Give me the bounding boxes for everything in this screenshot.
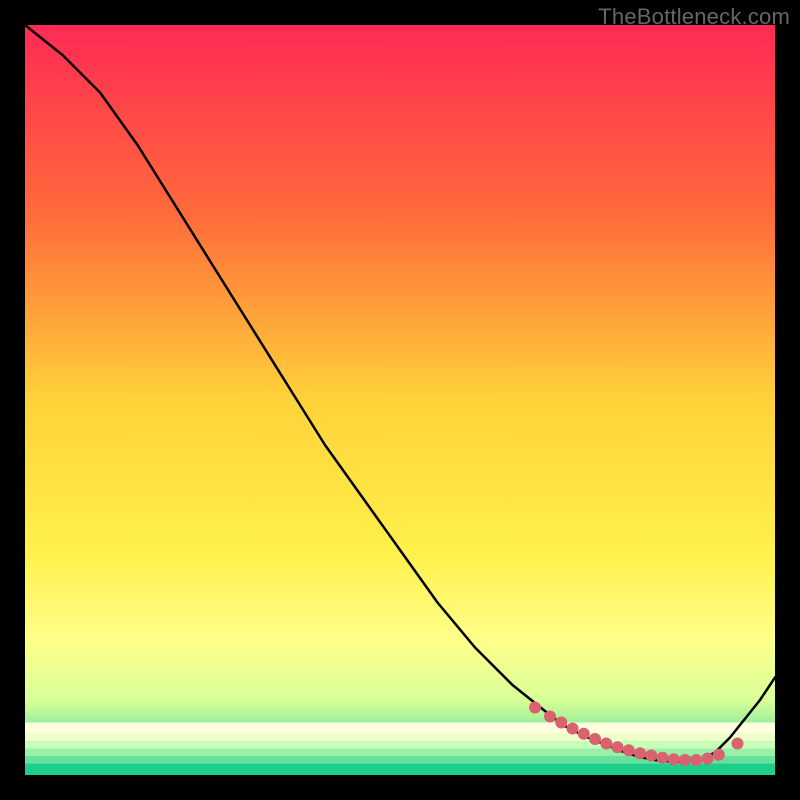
- data-point: [645, 750, 657, 762]
- data-point: [544, 711, 556, 723]
- data-point: [702, 753, 714, 765]
- data-point: [578, 728, 590, 740]
- background-stripe: [25, 723, 775, 734]
- background-stripe: [25, 741, 775, 749]
- plot-area: [25, 25, 775, 775]
- data-point: [732, 738, 744, 750]
- data-point: [690, 754, 702, 766]
- data-point: [657, 752, 669, 764]
- chart-svg: [25, 25, 775, 775]
- background-stripe: [25, 764, 775, 775]
- data-point: [612, 741, 624, 753]
- data-point: [529, 702, 541, 714]
- data-point: [555, 717, 567, 729]
- data-point: [634, 747, 646, 759]
- data-point: [567, 723, 579, 735]
- data-point: [623, 744, 635, 756]
- data-point: [600, 738, 612, 750]
- chart-frame: TheBottleneck.com: [0, 0, 800, 800]
- watermark-text: TheBottleneck.com: [598, 4, 790, 30]
- data-point: [679, 754, 691, 766]
- gradient-background: [25, 25, 775, 775]
- data-point: [589, 733, 601, 745]
- data-point: [713, 749, 725, 761]
- background-stripe: [25, 734, 775, 742]
- data-point: [668, 753, 680, 765]
